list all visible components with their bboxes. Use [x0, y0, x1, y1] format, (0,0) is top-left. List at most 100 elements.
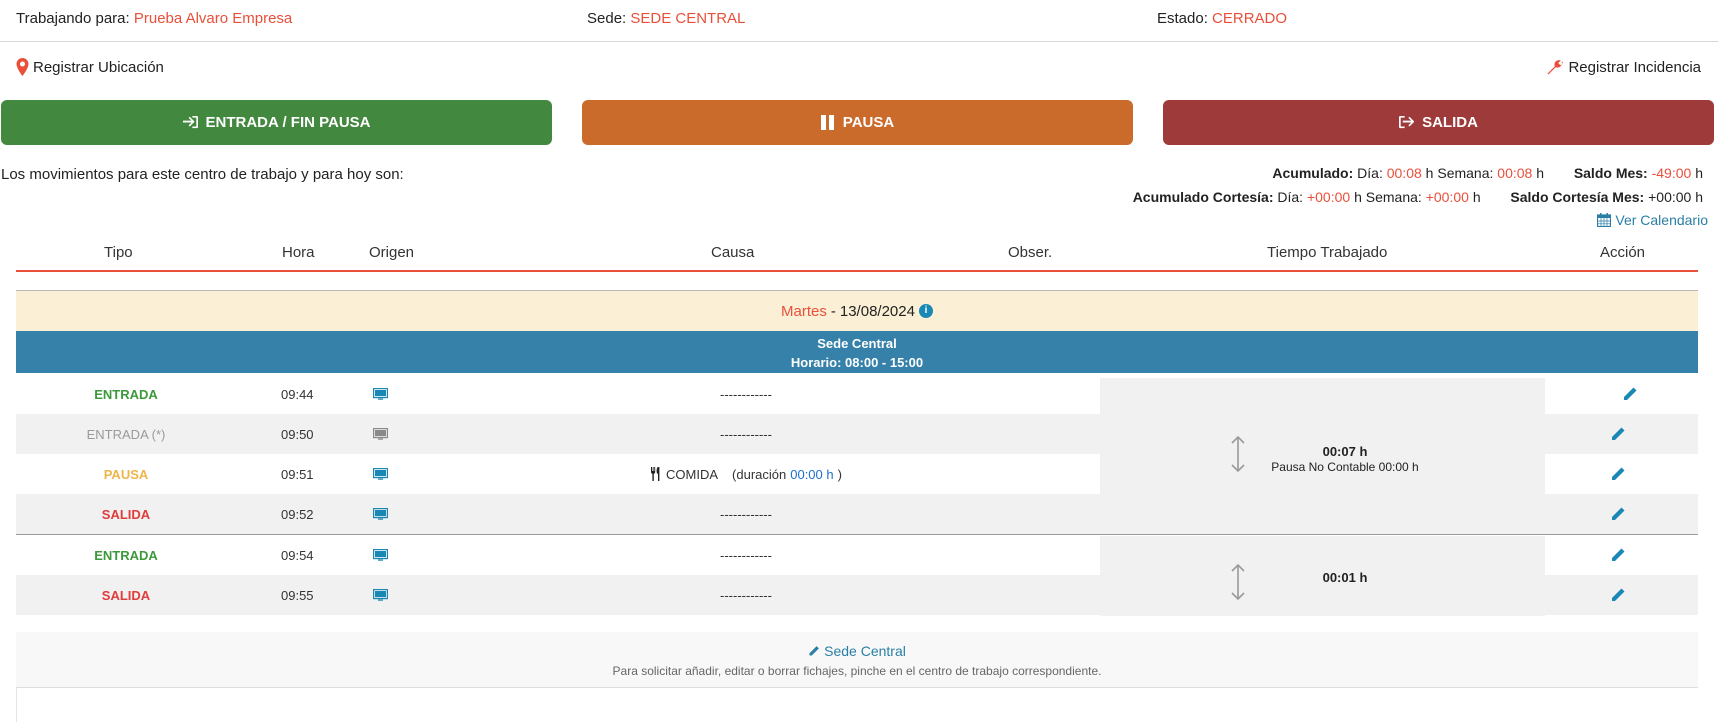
col-accion: Acción [1600, 243, 1646, 261]
day-name: Martes [781, 302, 827, 320]
accumulated-semana-label: Semana: [1437, 165, 1494, 181]
register-incident-link[interactable]: Registrar Incidencia [1546, 58, 1701, 76]
col-obser: Obser. [1008, 243, 1053, 261]
row-hora: 09:50 [281, 426, 314, 442]
monitor-icon [368, 454, 392, 494]
working-for-label: Trabajando para: [16, 10, 130, 27]
edit-pencil-icon[interactable] [1610, 575, 1626, 615]
accumulated-dia-value: 00:08 [1386, 165, 1422, 181]
day-date: 13/08/2024 [839, 302, 915, 320]
sign-in-icon [182, 115, 198, 129]
info-icon[interactable]: i [918, 304, 933, 318]
arrows-vertical-icon [1231, 564, 1245, 600]
monitor-icon [368, 374, 392, 414]
utensils-icon [651, 467, 660, 481]
col-tipo: Tipo [104, 243, 133, 261]
entrada-button[interactable]: ENTRADA / FIN PAUSA [1, 100, 552, 145]
row-tipo: PAUSA [103, 466, 149, 482]
sede-name: Sede Central [817, 336, 897, 351]
monitor-icon [368, 414, 392, 454]
row-tipo: ENTRADA [94, 386, 158, 402]
pencil-icon [809, 646, 820, 656]
saldo-mes-value: -49:00 [1651, 165, 1692, 181]
state: Estado: CERRADO [1157, 10, 1287, 27]
register-location-label: Registrar Ubicación [33, 58, 164, 76]
row-causa: ------------ [720, 386, 772, 402]
table-row: ENTRADA (*) 09:50 ------------ [16, 414, 1100, 454]
pausa-button[interactable]: PAUSA [582, 100, 1133, 145]
sede-header: Sede Central Horario: 08:00 - 15:00 [16, 331, 1698, 373]
courtesy-dia-label: Día: [1277, 189, 1304, 205]
table-footer: Sede Central Para solicitar añadir, edit… [16, 632, 1698, 688]
salida-label: SALIDA [1422, 114, 1478, 131]
movements-table: Tipo Hora Origen Causa Obser. Tiempo Tra… [16, 234, 1698, 272]
row-hora: 09:44 [281, 386, 314, 402]
accumulated-line: Acumulado: Día: 00:08 h Semana: 00:08 h … [1272, 165, 1703, 181]
row-causa: ------------ [720, 587, 772, 603]
courtesy-dia-value: +00:00 [1306, 189, 1351, 205]
day-separator: - [830, 302, 836, 320]
worked-total: 00:01 h [1322, 570, 1368, 585]
table-row: SALIDA 09:52 ------------ [16, 494, 1100, 534]
table-row: SALIDA 09:55 ------------ [16, 575, 1100, 615]
edit-pencil-icon[interactable] [1610, 374, 1650, 414]
salida-button[interactable]: SALIDA [1163, 100, 1714, 145]
table-header: Tipo Hora Origen Causa Obser. Tiempo Tra… [16, 234, 1698, 272]
row-tipo: ENTRADA [94, 547, 158, 563]
footer-note: Para solicitar añadir, editar o borrar f… [612, 664, 1102, 678]
accumulated-dia-unit: h [1425, 165, 1434, 181]
pausa-label: PAUSA [842, 114, 895, 131]
accumulated-semana-value: 00:08 [1497, 165, 1533, 181]
pause-icon [820, 115, 834, 130]
sign-out-icon [1399, 115, 1415, 129]
saldo-cortesia-label: Saldo Cortesía Mes: [1510, 189, 1645, 205]
calendar-label: Ver Calendario [1615, 212, 1708, 228]
accumulated-semana-unit: h [1536, 165, 1545, 181]
row-tipo: ENTRADA (*) [86, 426, 166, 442]
edit-pencil-icon[interactable] [1610, 454, 1626, 494]
courtesy-dia-unit: h [1354, 189, 1362, 205]
courtesy-line: Acumulado Cortesía: Día: +00:00 h Semana… [1133, 189, 1703, 205]
day-header: Martes - 13/08/2024 i [16, 290, 1698, 331]
col-hora: Hora [282, 243, 315, 261]
monitor-icon [368, 535, 392, 575]
intro-text: Los movimientos para este centro de trab… [1, 166, 404, 183]
edit-pencil-icon[interactable] [1610, 414, 1626, 454]
register-location-link[interactable]: Registrar Ubicación [16, 58, 164, 76]
arrows-vertical-icon [1231, 436, 1245, 472]
col-causa: Causa [711, 243, 755, 261]
row-hora: 09:55 [281, 587, 314, 603]
row-hora: 09:54 [281, 547, 314, 563]
wrench-icon [1547, 60, 1564, 75]
calendar-link[interactable]: Ver Calendario [1597, 212, 1708, 228]
accumulated-dia-label: Día: [1357, 165, 1383, 181]
causa-duration-open: (duración [732, 466, 787, 482]
table-row: ENTRADA 09:44 ------------ [16, 374, 1100, 414]
status-bar: Trabajando para: Prueba Alvaro Empresa S… [0, 0, 1718, 42]
row-causa: COMIDA (duración 00:00 h) [561, 454, 931, 494]
edit-pencil-icon[interactable] [1610, 494, 1626, 534]
causa-duration: 00:00 h [790, 466, 834, 482]
sede-central-link[interactable]: Sede Central [808, 643, 906, 659]
state-value: CERRADO [1212, 10, 1288, 27]
worked-time-block: 00:07 h Pausa No Contable 00:00 h [1100, 378, 1545, 534]
row-hora: 09:52 [281, 506, 314, 522]
saldo-cortesia-value: +00:00 h [1648, 189, 1703, 205]
courtesy-semana-value: +00:00 [1425, 189, 1469, 205]
edit-pencil-icon[interactable] [1610, 535, 1626, 575]
worked-total: 00:07 h [1322, 444, 1368, 459]
sede-schedule: Horario: 08:00 - 15:00 [790, 355, 924, 370]
courtesy-semana-unit: h [1472, 189, 1481, 205]
site: Sede: SEDE CENTRAL [587, 10, 745, 27]
worked-note: Pausa No Contable 00:00 h [1271, 460, 1419, 474]
row-tipo: SALIDA [101, 587, 151, 603]
causa-label: COMIDA [666, 466, 719, 482]
col-origen: Origen [369, 243, 415, 261]
row-hora: 09:51 [281, 466, 314, 482]
courtesy-semana-label: Semana: [1365, 189, 1422, 205]
courtesy-label: Acumulado Cortesía: [1132, 189, 1274, 205]
working-for: Trabajando para: Prueba Alvaro Empresa [16, 10, 292, 27]
sede-central-label: Sede Central [824, 643, 906, 659]
calendar-icon [1597, 213, 1612, 227]
working-for-value: Prueba Alvaro Empresa [133, 10, 293, 27]
